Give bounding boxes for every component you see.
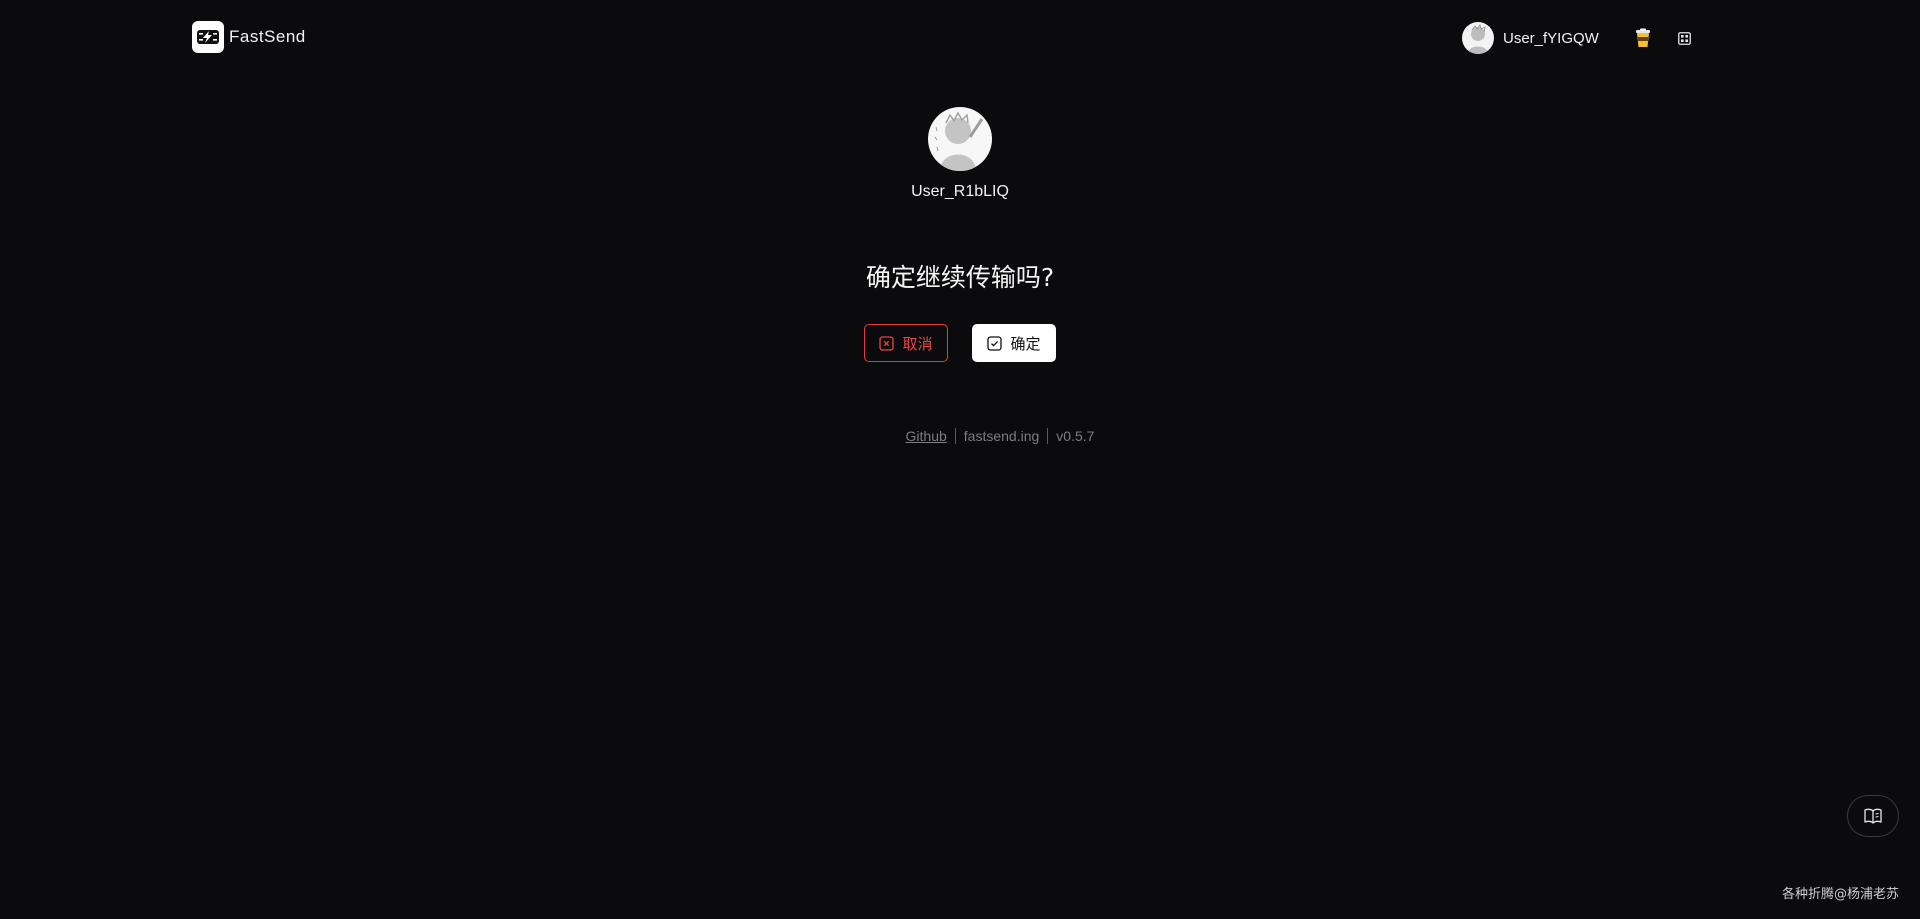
watermark-text: 各种折腾@杨浦老苏	[1781, 887, 1899, 902]
user-avatar[interactable]	[1462, 22, 1494, 54]
current-username: User_fYIGQW	[1503, 29, 1599, 47]
fastsend-logo-icon	[192, 21, 224, 53]
peer-card: User_R1bLIQ	[0, 107, 1920, 201]
cancel-button[interactable]: 取消	[864, 324, 948, 362]
dialog-actions: 取消 确定	[0, 324, 1920, 362]
app-logo[interactable]: FastSend	[192, 21, 306, 53]
divider	[954, 428, 956, 444]
avatar-figure-icon	[1468, 23, 1488, 54]
coffee-button[interactable]	[1633, 26, 1653, 50]
github-link[interactable]: Github	[906, 428, 947, 444]
peer-username: User_R1bLIQ	[911, 183, 1009, 200]
page: FastSend User_fYIGQW User_R1bLIQ 确定继续传输吗…	[0, 0, 1920, 919]
book-icon	[1864, 808, 1882, 824]
peer-avatar	[928, 107, 992, 171]
divider	[1047, 428, 1049, 444]
confirm-question: 确定继续传输吗?	[865, 263, 1055, 292]
site-link[interactable]: fastsend.ing	[964, 428, 1040, 444]
cancel-label: 取消	[902, 334, 933, 353]
square-x-icon	[879, 335, 895, 351]
app-name: FastSend	[229, 27, 306, 46]
avatar-figure-icon	[934, 111, 984, 171]
confirm-button[interactable]: 确定	[972, 324, 1056, 362]
confirm-label: 确定	[1010, 334, 1041, 353]
coffee-cup-icon	[1635, 28, 1650, 47]
qr-code-button[interactable]	[1675, 28, 1695, 48]
version-label: v0.5.7	[1056, 428, 1095, 444]
qr-code-icon	[1678, 31, 1692, 45]
square-check-icon	[987, 335, 1003, 351]
footer-links: Github fastsend.ing v0.5.7	[40, 428, 1920, 444]
guide-button[interactable]	[1847, 795, 1899, 837]
header-user-area: User_fYIGQW	[1462, 21, 1695, 55]
